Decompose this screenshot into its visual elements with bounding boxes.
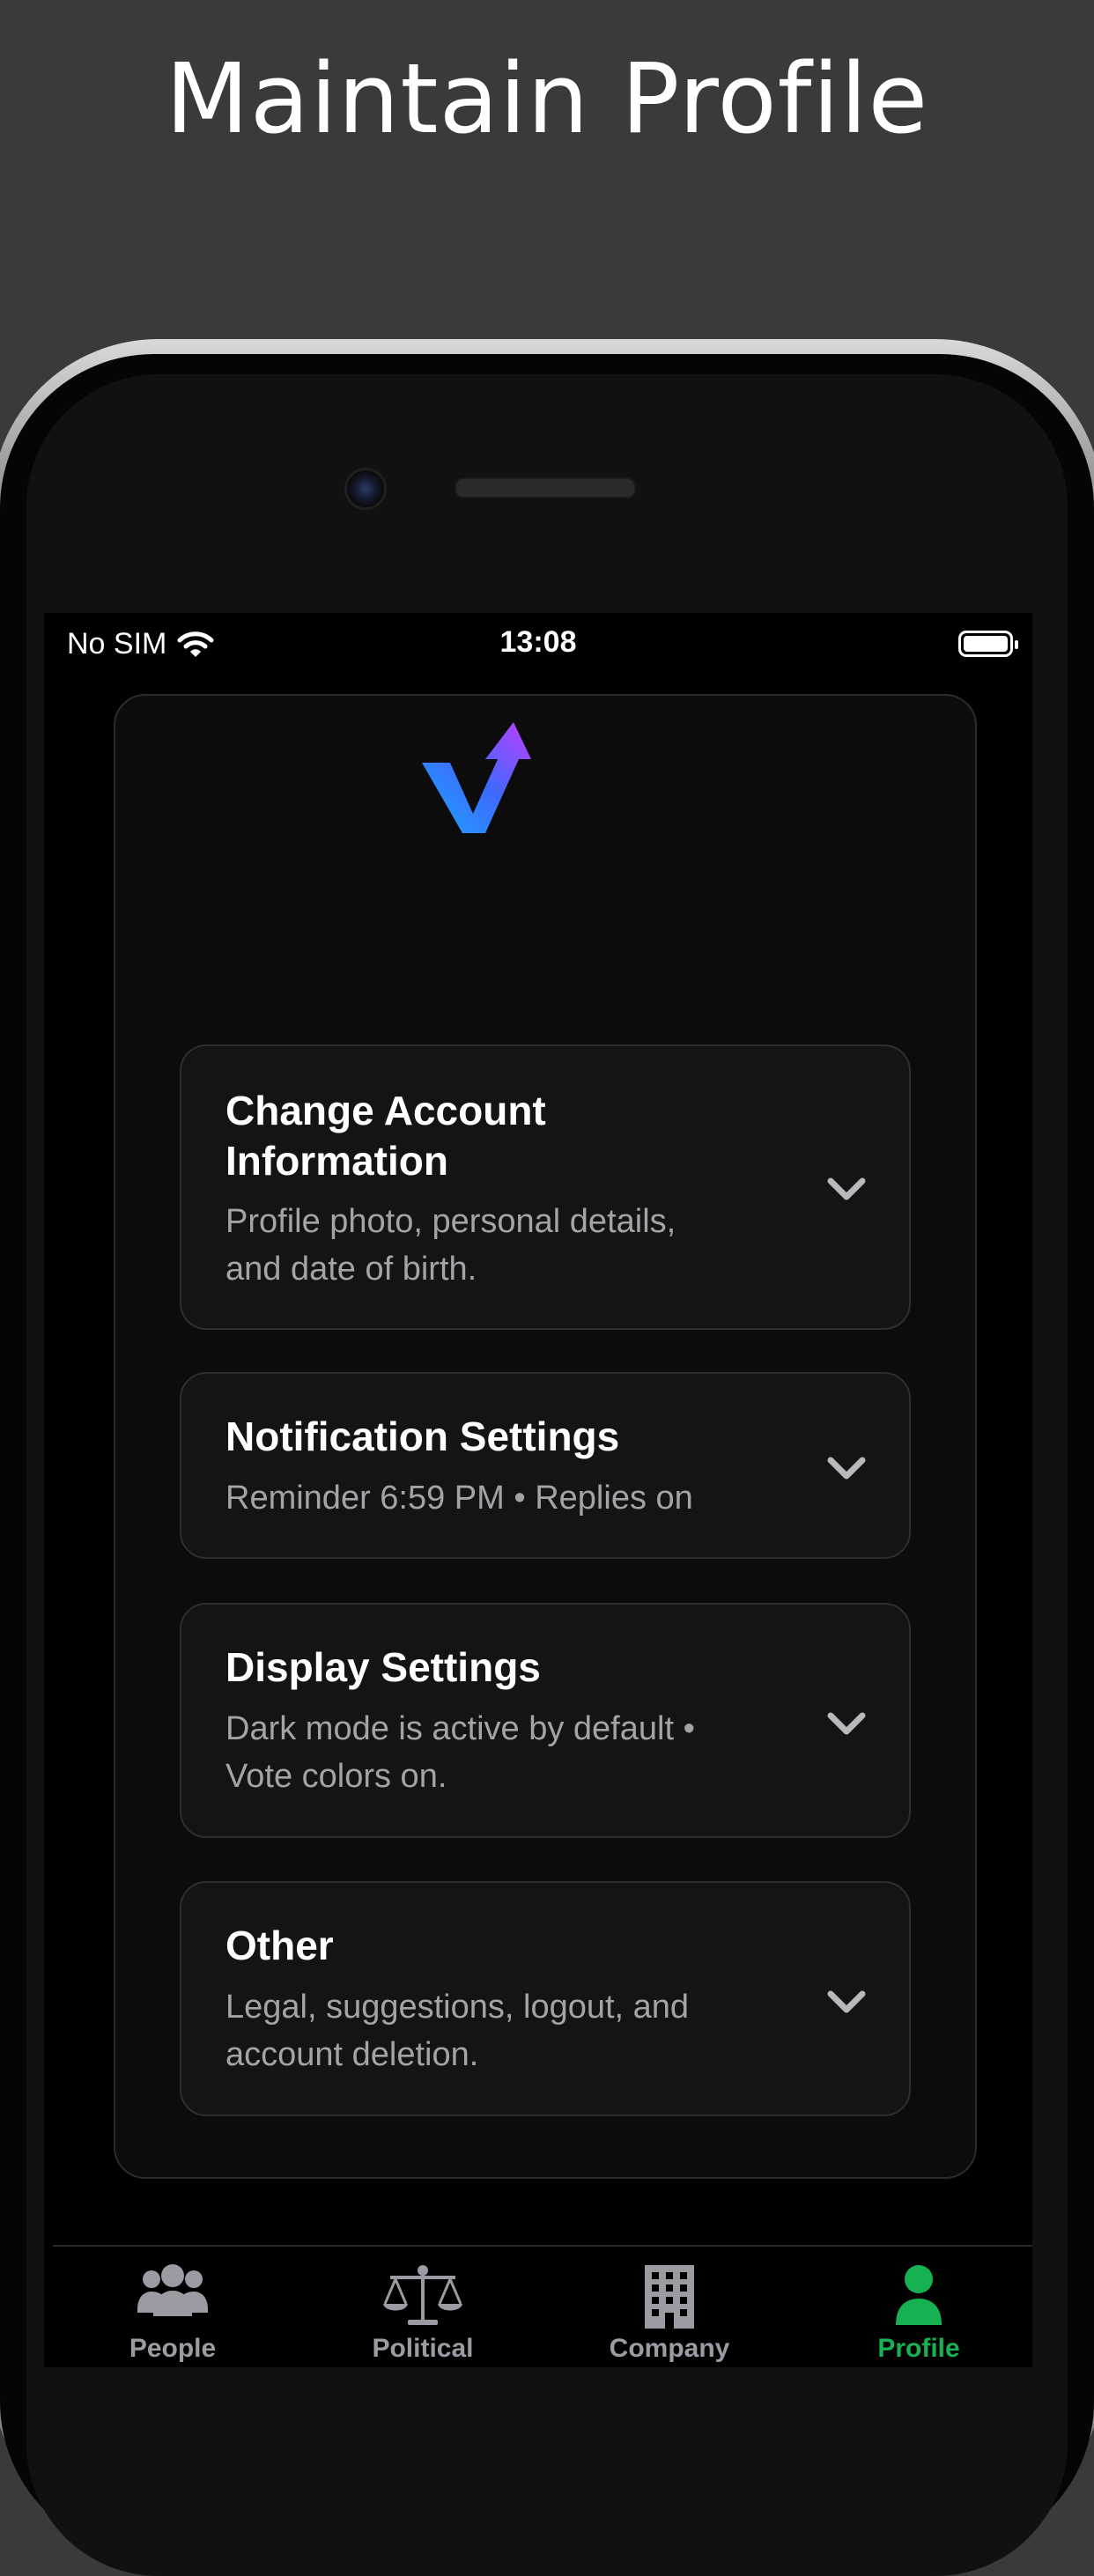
notification-settings-section[interactable]: Notification Settings Reminder 6:59 PM •… <box>180 1372 911 1559</box>
status-time: 13:08 <box>499 625 577 659</box>
section-title: Change Account Information <box>225 1086 546 1186</box>
section-subtitle: Profile photo, personal details, and dat… <box>225 1198 676 1293</box>
chevron-down-icon[interactable] <box>826 1989 867 2015</box>
section-subtitle-line: Dark mode is active by default • <box>225 1710 695 1747</box>
tab-label: Political <box>372 2334 474 2363</box>
tab-label: People <box>129 2334 217 2363</box>
tab-people[interactable]: People <box>85 2263 261 2364</box>
app-logo-icon <box>422 722 531 833</box>
battery-icon <box>958 631 1018 657</box>
front-camera <box>344 468 387 510</box>
page-headline: Maintain Profile <box>165 42 929 155</box>
section-subtitle-line: account deletion. <box>225 2036 479 2073</box>
section-title-line: Information <box>225 1138 448 1184</box>
section-subtitle-line: and date of birth. <box>225 1251 477 1288</box>
chevron-down-icon[interactable] <box>826 1455 867 1481</box>
tab-political[interactable]: Political <box>335 2263 511 2364</box>
section-subtitle: Dark mode is active by default • Vote co… <box>225 1705 695 1800</box>
section-title-line: Change Account <box>225 1088 546 1133</box>
status-bar: No SIM 13:08 <box>44 613 1032 675</box>
tab-label: Company <box>609 2334 730 2363</box>
tab-profile[interactable]: Profile <box>831 2263 1007 2364</box>
section-subtitle: Legal, suggestions, logout, and account … <box>225 1983 689 2078</box>
person-icon <box>896 2265 942 2325</box>
chevron-down-icon[interactable] <box>826 1176 867 1202</box>
section-title: Display Settings <box>225 1644 541 1690</box>
tab-label: Profile <box>877 2334 960 2363</box>
section-subtitle-line: Vote colors on. <box>225 1758 447 1795</box>
building-icon <box>645 2265 694 2329</box>
section-title: Other <box>225 1923 334 1968</box>
section-subtitle-line: Legal, suggestions, logout, and <box>225 1989 690 2026</box>
display-settings-section[interactable]: Display Settings Dark mode is active by … <box>180 1603 911 1838</box>
section-title: Notification Settings <box>225 1413 620 1459</box>
scales-icon <box>383 2265 462 2325</box>
other-section[interactable]: Other Legal, suggestions, logout, and ac… <box>180 1881 911 2116</box>
section-subtitle: Reminder 6:59 PM • Replies on <box>225 1480 693 1517</box>
section-subtitle-line: Profile photo, personal details, <box>225 1203 676 1240</box>
people-icon <box>137 2264 208 2316</box>
change-account-section[interactable]: Change Account Information Profile photo… <box>180 1044 911 1330</box>
tab-bar-divider <box>53 2245 1032 2247</box>
earpiece-speaker <box>455 477 636 498</box>
chevron-down-icon[interactable] <box>826 1710 867 1737</box>
tab-company[interactable]: Company <box>581 2263 758 2364</box>
